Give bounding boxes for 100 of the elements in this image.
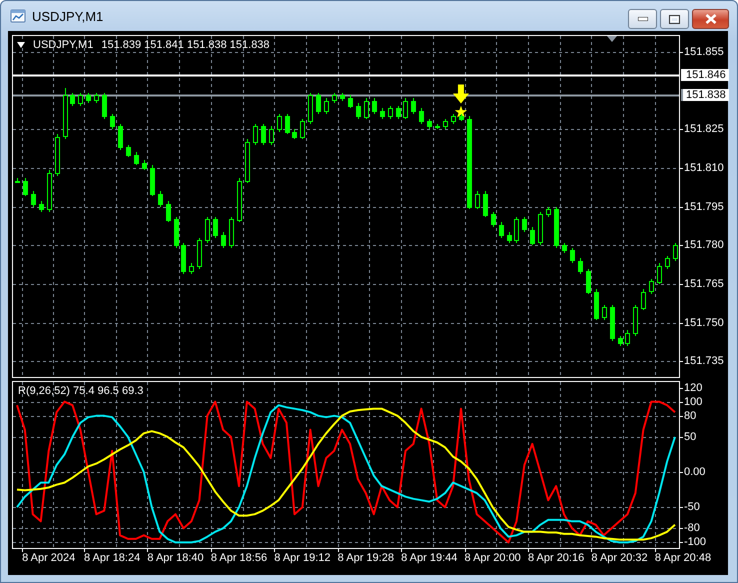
candle: [39, 200, 44, 212]
candle: [63, 88, 68, 140]
price-axis-label: 151.795: [684, 201, 724, 213]
candle: [102, 92, 107, 120]
price-axis-label: 151.825: [684, 123, 724, 135]
candle: [673, 242, 678, 262]
candle: [86, 92, 91, 104]
candle: [189, 262, 194, 274]
candle: [649, 278, 654, 294]
indicator-axis-label: 120: [684, 382, 702, 394]
window-title: USDJPY,M1: [32, 8, 104, 24]
candle: [610, 304, 615, 342]
candle: [443, 118, 448, 130]
candle: [23, 178, 28, 196]
candle: [665, 256, 670, 270]
candle: [348, 94, 353, 108]
candle: [70, 92, 75, 106]
shift-marker-icon[interactable]: [607, 36, 617, 42]
candle: [15, 178, 20, 184]
candle: [514, 216, 519, 244]
candle: [364, 98, 369, 120]
candle: [530, 226, 535, 246]
indicator-axis-label: -80: [684, 522, 700, 534]
price-axis-label: 151.810: [684, 162, 724, 174]
candle: [546, 206, 551, 218]
candle: [126, 144, 131, 158]
candle: [372, 98, 377, 114]
candle: [538, 212, 543, 246]
candle: [435, 124, 440, 130]
indicator-axis-label: 100: [684, 396, 702, 408]
close-button[interactable]: [692, 9, 729, 29]
candle: [356, 102, 361, 120]
time-axis-label: 8 Apr 18:56: [210, 552, 268, 564]
price-axis-label: 151.750: [684, 317, 724, 329]
candle: [403, 98, 408, 120]
time-axis-label: 8 Apr 20:32: [591, 552, 648, 564]
candle: [388, 106, 393, 120]
candle: [522, 216, 527, 232]
candle: [578, 258, 583, 274]
candle: [94, 92, 99, 104]
indicator-axis-label: 80: [684, 410, 696, 422]
candle: [181, 242, 186, 274]
dropdown-triangle-icon[interactable]: [17, 42, 25, 48]
price-axis-label: 151.780: [684, 239, 724, 251]
candle: [507, 232, 512, 244]
candle: [269, 126, 274, 146]
indicator-axis-label: -100: [684, 536, 706, 548]
maximize-button[interactable]: [660, 9, 689, 29]
indicator-axis-label: 50: [684, 431, 696, 443]
candle: [31, 190, 36, 208]
candle: [134, 152, 139, 166]
candle: [166, 200, 171, 222]
candle: [570, 248, 575, 264]
time-axis-label: 8 Apr 2024: [22, 552, 76, 564]
indicator-label: R(9,26,52) 75.4 96.5 69.3: [18, 385, 144, 397]
candle: [562, 242, 567, 254]
candle: [602, 304, 607, 320]
minimize-button[interactable]: [628, 9, 657, 29]
candle: [459, 114, 464, 122]
candle: [451, 114, 456, 124]
candle: [641, 288, 646, 310]
candle: [396, 106, 401, 120]
time-axis-label: 8 Apr 19:28: [338, 552, 394, 564]
candle: [594, 288, 599, 320]
candle: [142, 160, 147, 170]
candle: [55, 134, 60, 176]
time-axis-label: 8 Apr 20:16: [528, 552, 584, 564]
candle: [308, 92, 313, 124]
candle: [499, 222, 504, 238]
candle: [110, 114, 115, 130]
price-quotes: 151.839 151.841 151.838 151.838: [101, 39, 270, 51]
candle: [316, 92, 321, 114]
minimize-icon: [638, 17, 648, 21]
close-icon: [704, 14, 716, 24]
candle: [118, 124, 123, 150]
price-axis-label: 151.735: [684, 355, 724, 367]
candle: [586, 268, 591, 294]
price-level-label: 151.846: [681, 69, 729, 81]
candle: [47, 170, 52, 212]
candle: [300, 118, 305, 140]
candle: [245, 138, 250, 184]
candle: [261, 124, 266, 146]
candle: [285, 114, 290, 134]
candle: [197, 238, 202, 270]
candle: [237, 178, 242, 222]
candle: [277, 114, 282, 132]
candle: [427, 118, 432, 130]
symbol-label: USDJPY,M1: [33, 39, 94, 51]
candle: [205, 216, 210, 244]
candle: [174, 216, 179, 248]
time-axis-label: 8 Apr 19:44: [401, 552, 458, 564]
candle: [554, 206, 559, 248]
candle: [625, 330, 630, 346]
candle: [253, 124, 258, 146]
indicator-axis-label: -50: [684, 501, 700, 513]
candle: [483, 190, 488, 218]
candle: [229, 216, 234, 248]
candle: [618, 336, 623, 346]
candle: [411, 98, 416, 114]
candle: [380, 108, 385, 120]
